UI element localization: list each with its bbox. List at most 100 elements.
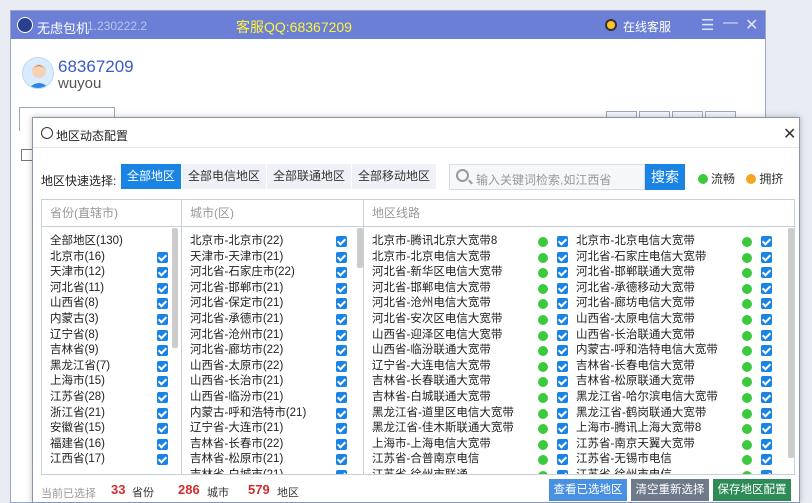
checkbox[interactable]	[557, 313, 568, 325]
province-item[interactable]: 江苏省(28)	[42, 390, 181, 406]
city-item[interactable]: 河北省-石家庄市(22)	[182, 265, 363, 281]
city-item[interactable]: 辽宁省-大连市(21)	[182, 421, 363, 437]
city-item[interactable]: 河北省-廊坊市(22)	[182, 343, 363, 359]
checkbox[interactable]	[557, 267, 568, 279]
checkbox[interactable]	[157, 376, 168, 388]
checkbox[interactable]	[557, 407, 568, 419]
city-item[interactable]: 北京市-北京市(22)	[182, 234, 363, 250]
checkbox[interactable]	[761, 313, 772, 325]
checkbox[interactable]	[761, 454, 772, 466]
btn-all-regions[interactable]: 全部地区	[121, 164, 182, 189]
province-item[interactable]: 福建省(16)	[42, 437, 181, 453]
checkbox[interactable]	[761, 438, 772, 450]
checkbox[interactable]	[336, 407, 347, 419]
province-scrollbar[interactable]	[172, 228, 178, 348]
service-icon[interactable]	[605, 19, 617, 31]
checkbox[interactable]	[557, 360, 568, 372]
province-item[interactable]: 天津市(12)	[42, 265, 181, 281]
province-item[interactable]: 北京市(16)	[42, 250, 181, 266]
checkbox[interactable]	[157, 282, 168, 294]
menu-icon[interactable]: ☰	[701, 16, 714, 34]
checkbox[interactable]	[157, 251, 168, 263]
checkbox[interactable]	[336, 345, 347, 357]
checkbox[interactable]	[557, 282, 568, 294]
btn-telecom-regions[interactable]: 全部电信地区	[182, 164, 267, 189]
checkbox[interactable]	[336, 267, 347, 279]
checkbox[interactable]	[336, 282, 347, 294]
checkbox[interactable]	[761, 298, 772, 310]
checkbox[interactable]	[336, 454, 347, 466]
minimize-icon[interactable]: —	[723, 14, 738, 31]
search-button[interactable]: 搜索	[645, 164, 685, 190]
checkbox[interactable]	[157, 329, 168, 341]
checkbox[interactable]	[336, 391, 347, 403]
city-item[interactable]: 山西省-太原市(22)	[182, 359, 363, 375]
province-item[interactable]: 内蒙古(3)	[42, 312, 181, 328]
checkbox[interactable]	[336, 329, 347, 341]
city-item[interactable]: 河北省-沧州市(21)	[182, 328, 363, 344]
city-item[interactable]: 吉林省-长春市(22)	[182, 437, 363, 453]
checkbox[interactable]	[761, 251, 772, 263]
checkbox[interactable]	[557, 236, 568, 247]
checkbox[interactable]	[761, 236, 772, 247]
checkbox[interactable]	[336, 376, 347, 388]
checkbox[interactable]	[336, 251, 347, 263]
province-item[interactable]: 全部地区(130)	[42, 234, 181, 250]
province-item[interactable]: 山西省(8)	[42, 296, 181, 312]
checkbox[interactable]	[336, 313, 347, 325]
line-scrollbar[interactable]	[788, 228, 794, 458]
province-item[interactable]: 河北省(11)	[42, 281, 181, 297]
city-item[interactable]: 河北省-承德市(21)	[182, 312, 363, 328]
checkbox[interactable]	[761, 423, 772, 435]
city-item[interactable]: 内蒙古-呼和浩特市(21)	[182, 406, 363, 422]
checkbox[interactable]	[557, 469, 568, 474]
checkbox[interactable]	[157, 391, 168, 403]
checkbox[interactable]	[761, 376, 772, 388]
checkbox[interactable]	[157, 298, 168, 310]
checkbox[interactable]	[557, 454, 568, 466]
close-icon[interactable]: ✕	[745, 15, 758, 35]
btn-mobile-regions[interactable]: 全部移动地区	[352, 164, 437, 189]
checkbox[interactable]	[157, 345, 168, 357]
checkbox[interactable]	[557, 298, 568, 310]
checkbox[interactable]	[761, 267, 772, 279]
checkbox[interactable]	[336, 298, 347, 310]
dialog-close-icon[interactable]: ✕	[783, 124, 796, 144]
avatar[interactable]	[22, 57, 54, 89]
city-item[interactable]: 山西省-临汾市(21)	[182, 390, 363, 406]
province-item[interactable]: 江西省(17)	[42, 452, 181, 468]
checkbox[interactable]	[336, 469, 347, 474]
btn-unicom-regions[interactable]: 全部联通地区	[267, 164, 352, 189]
checkbox[interactable]	[157, 313, 168, 325]
province-item[interactable]: 浙江省(21)	[42, 406, 181, 422]
city-item[interactable]: 河北省-保定市(21)	[182, 296, 363, 312]
checkbox[interactable]	[336, 360, 347, 372]
checkbox[interactable]	[761, 469, 772, 474]
checkbox[interactable]	[157, 360, 168, 372]
checkbox[interactable]	[761, 345, 772, 357]
checkbox[interactable]	[157, 267, 168, 279]
checkbox[interactable]	[557, 376, 568, 388]
province-item[interactable]: 吉林省(9)	[42, 343, 181, 359]
online-service-link[interactable]: 在线客服	[623, 18, 671, 35]
checkbox[interactable]	[761, 360, 772, 372]
checkbox[interactable]	[336, 423, 347, 435]
city-item[interactable]: 山西省-长治市(21)	[182, 374, 363, 390]
checkbox[interactable]	[761, 329, 772, 341]
checkbox[interactable]	[336, 236, 347, 247]
province-item[interactable]: 黑龙江省(7)	[42, 359, 181, 375]
view-selected-button[interactable]: 查看已选地区	[549, 479, 627, 501]
search-input[interactable]: 输入关键词检索,如江西省	[449, 164, 645, 190]
checkbox[interactable]	[557, 251, 568, 263]
city-item[interactable]: 吉林省-松原市(21)	[182, 452, 363, 468]
city-item[interactable]: 天津市-天津市(21)	[182, 250, 363, 266]
checkbox[interactable]	[557, 345, 568, 357]
city-item[interactable]: 吉林省-白城市(21)	[182, 468, 363, 474]
checkbox[interactable]	[157, 438, 168, 450]
checkbox[interactable]	[557, 438, 568, 450]
province-item[interactable]: 安徽省(15)	[42, 421, 181, 437]
checkbox[interactable]	[761, 407, 772, 419]
checkbox[interactable]	[157, 423, 168, 435]
city-scrollbar[interactable]	[357, 228, 363, 268]
checkbox[interactable]	[761, 391, 772, 403]
